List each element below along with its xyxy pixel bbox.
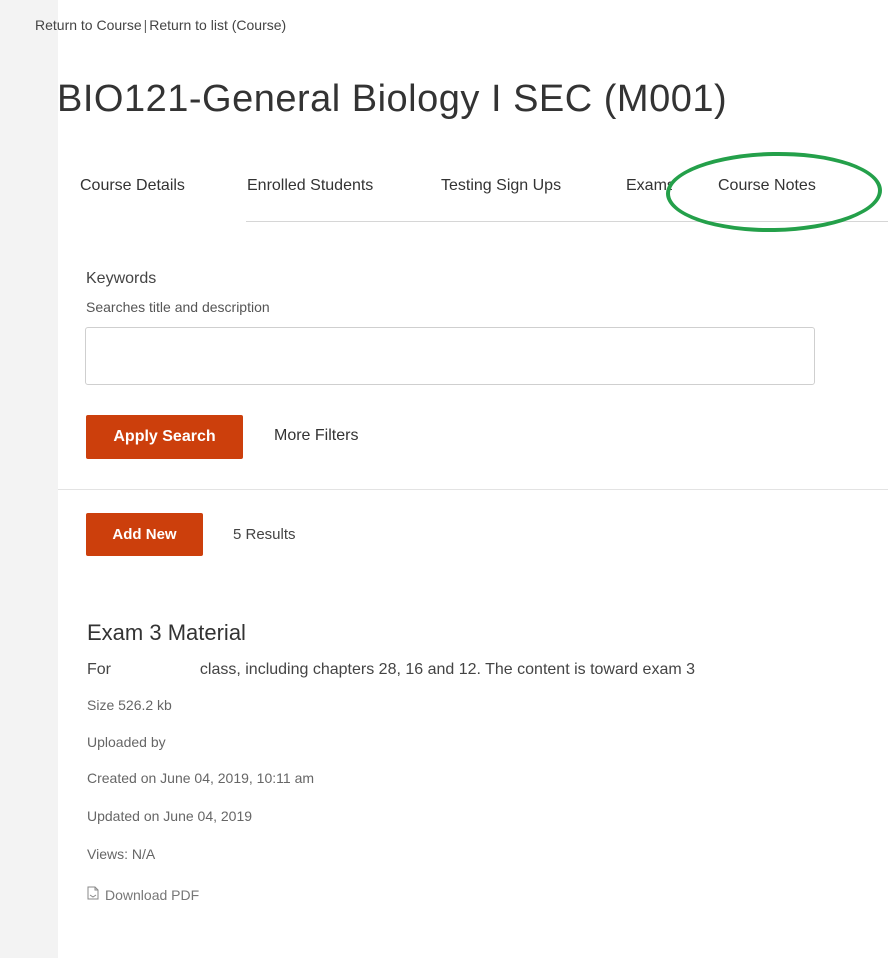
- return-to-list-link[interactable]: Return to list (Course): [149, 17, 286, 33]
- redacted-text: [115, 662, 196, 677]
- tab-course-notes[interactable]: Course Notes: [718, 177, 816, 195]
- apply-search-button[interactable]: Apply Search: [86, 415, 243, 459]
- tab-enrolled-students[interactable]: Enrolled Students: [247, 177, 373, 195]
- results-count: 5 Results: [233, 526, 296, 543]
- section-divider: [58, 489, 888, 490]
- tab-bar-underline: [246, 221, 888, 222]
- tab-course-details[interactable]: Course Details: [80, 177, 185, 195]
- note-created-date: Created on June 04, 2019, 10:11 am: [87, 770, 315, 786]
- download-pdf-link[interactable]: Download PDF: [87, 886, 199, 903]
- note-updated-date: Updated on June 04, 2019: [87, 808, 253, 824]
- note-title[interactable]: Exam 3 Material: [87, 620, 246, 646]
- note-description: For class, including chapters 28, 16 and…: [87, 661, 695, 679]
- keywords-help-text: Searches title and description: [86, 299, 270, 315]
- note-description-rest: class, including chapters 28, 16 and 12.…: [199, 661, 696, 678]
- add-new-button[interactable]: Add New: [86, 513, 203, 556]
- tab-testing-sign-ups[interactable]: Testing Sign Ups: [441, 177, 561, 195]
- note-uploaded-by: Uploaded by: [87, 734, 166, 750]
- breadcrumb: Return to Course | Return to list (Course): [35, 17, 286, 33]
- more-filters-link[interactable]: More Filters: [274, 427, 358, 445]
- keywords-label: Keywords: [86, 270, 157, 287]
- tab-exams[interactable]: Exams: [626, 177, 672, 195]
- keywords-input[interactable]: [85, 327, 815, 385]
- note-description-prefix: For: [87, 661, 111, 678]
- page-title: BIO121-General Biology I SEC (M001): [57, 78, 728, 120]
- note-views: Views: N/A: [87, 846, 156, 862]
- tab-bar: Course Details Enrolled Students Testing…: [58, 160, 888, 222]
- note-size: Size 526.2 kb: [87, 697, 172, 713]
- download-pdf-label: Download PDF: [105, 886, 200, 903]
- return-to-course-link[interactable]: Return to Course: [35, 17, 142, 33]
- document-icon: [87, 886, 99, 903]
